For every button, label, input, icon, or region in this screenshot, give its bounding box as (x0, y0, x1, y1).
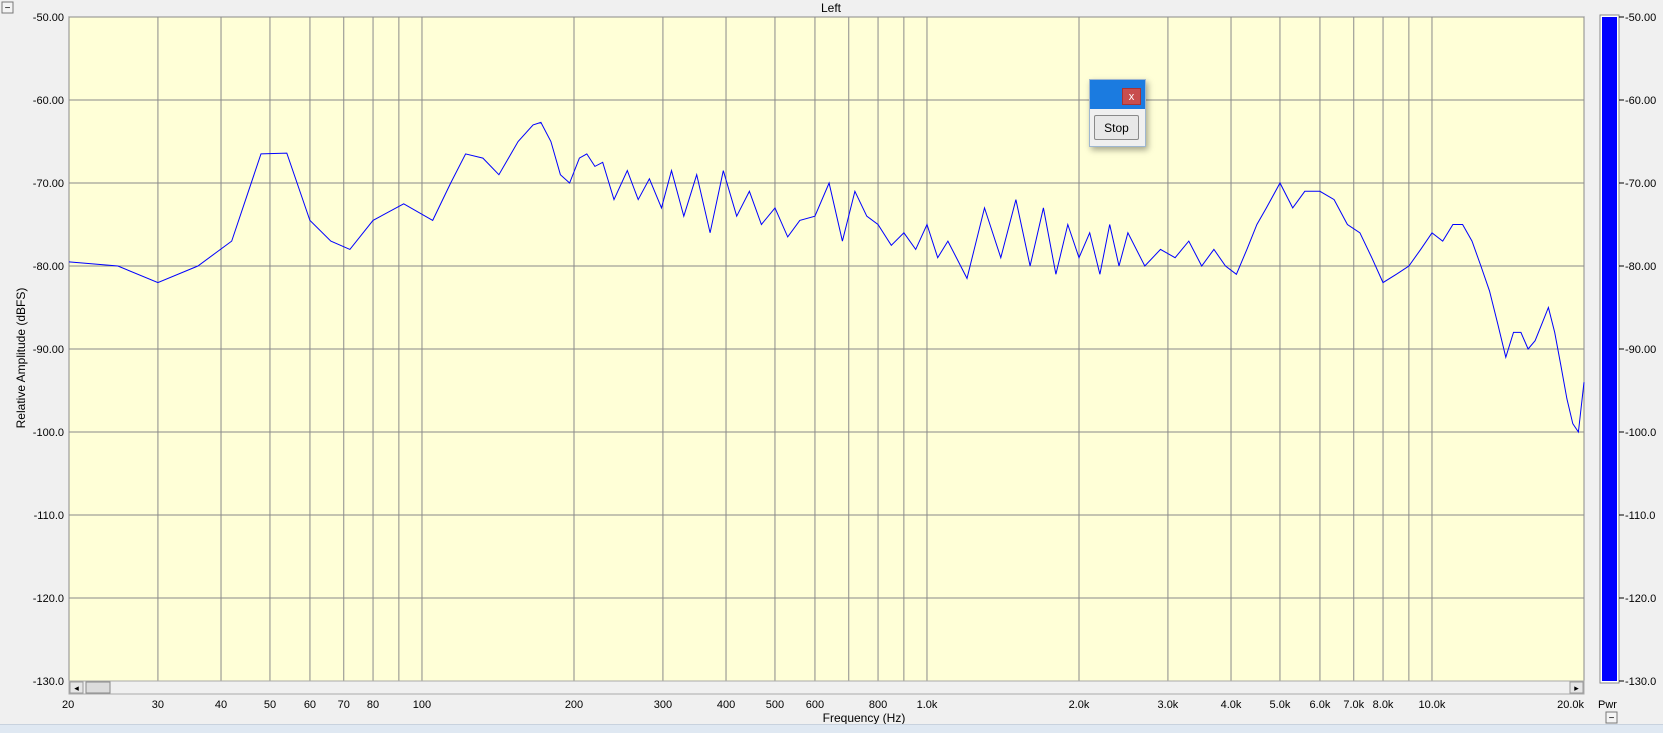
x-tick-label: 8.0k (1373, 699, 1394, 711)
stop-dialog: x Stop (1089, 79, 1146, 147)
y-tick-label: -90.00 (33, 344, 64, 356)
meter-tick-label: -60.00 (1625, 95, 1656, 107)
scroll-right-icon: ▸ (1574, 683, 1579, 693)
meter-tick-label: -110.0 (1625, 510, 1655, 522)
y-tick-label: -60.00 (33, 95, 64, 107)
x-tick-label: 10.0k (1419, 699, 1446, 711)
y-axis-label: Relative Amplitude (dBFS) (14, 288, 28, 429)
x-tick-label: 800 (869, 699, 887, 711)
x-tick-label: 70 (338, 699, 350, 711)
x-tick-label: 20 (62, 699, 74, 711)
scroll-left-icon: ◂ (74, 683, 79, 693)
x-tick-label: 4.0k (1221, 699, 1242, 711)
x-tick-label: 3.0k (1158, 699, 1179, 711)
collapse-bottom-icon: − (1609, 713, 1615, 724)
x-tick-label: 40 (215, 699, 227, 711)
y-tick-label: -120.0 (33, 593, 64, 605)
y-tick-label: -80.00 (33, 261, 64, 273)
meter-tick-label: -90.00 (1625, 344, 1656, 356)
y-tick-label: -110.0 (34, 510, 64, 522)
x-tick-label: 100 (413, 699, 431, 711)
x-tick-label: 300 (654, 699, 672, 711)
x-tick-label: 6.0k (1310, 699, 1331, 711)
x-tick-label: 1.0k (917, 699, 938, 711)
x-tick-label: 2.0k (1069, 699, 1090, 711)
y-tick-label: -100.0 (33, 427, 64, 439)
x-tick-label: 50 (264, 699, 276, 711)
x-tick-label: 60 (304, 699, 316, 711)
x-tick-label: 7.0k (1343, 699, 1364, 711)
chart-title: Left (821, 1, 842, 15)
scroll-left-button[interactable]: ◂ (69, 681, 84, 694)
collapse-top-button[interactable]: − (1, 1, 14, 14)
y-tick-label: -50.00 (33, 12, 64, 24)
x-axis-label: Frequency (Hz) (823, 711, 906, 724)
collapse-bottom-button[interactable]: − (1605, 711, 1618, 724)
pwr-label: Pwr (1598, 699, 1617, 711)
x-tick-label: 500 (766, 699, 784, 711)
x-tick-label: 400 (717, 699, 735, 711)
x-tick-label: 200 (565, 699, 583, 711)
x-tick-label: 600 (806, 699, 824, 711)
horizontal-scrollbar[interactable]: ◂ ▸ (68, 680, 1585, 695)
scroll-thumb[interactable] (85, 681, 111, 694)
close-icon[interactable]: x (1122, 88, 1141, 105)
x-tick-label: 20.0k (1557, 699, 1584, 711)
power-meter-bar (1602, 17, 1617, 681)
x-tick-label: 5.0k (1270, 699, 1291, 711)
dialog-titlebar[interactable]: x (1090, 80, 1145, 109)
meter-tick-label: -130.0 (1625, 676, 1656, 688)
y-tick-label: -130.0 (33, 676, 64, 688)
collapse-top-icon: − (5, 3, 11, 14)
y-tick-label: -70.00 (33, 178, 64, 190)
spectrum-chart: -50.00 -60.00 -70.00 -80.00 -90.00 -100.0 -110… (1, 1, 1656, 724)
meter-tick-label: -100.0 (1625, 427, 1656, 439)
x-tick-label: 80 (367, 699, 379, 711)
meter-tick-label: -50.00 (1625, 12, 1656, 24)
stop-button[interactable]: Stop (1094, 115, 1139, 140)
x-tick-label: 30 (152, 699, 164, 711)
meter-tick-label: -80.00 (1625, 261, 1656, 273)
meter-tick-label: -120.0 (1625, 593, 1656, 605)
scroll-right-button[interactable]: ▸ (1569, 681, 1584, 694)
meter-tick-label: -70.00 (1625, 178, 1656, 190)
